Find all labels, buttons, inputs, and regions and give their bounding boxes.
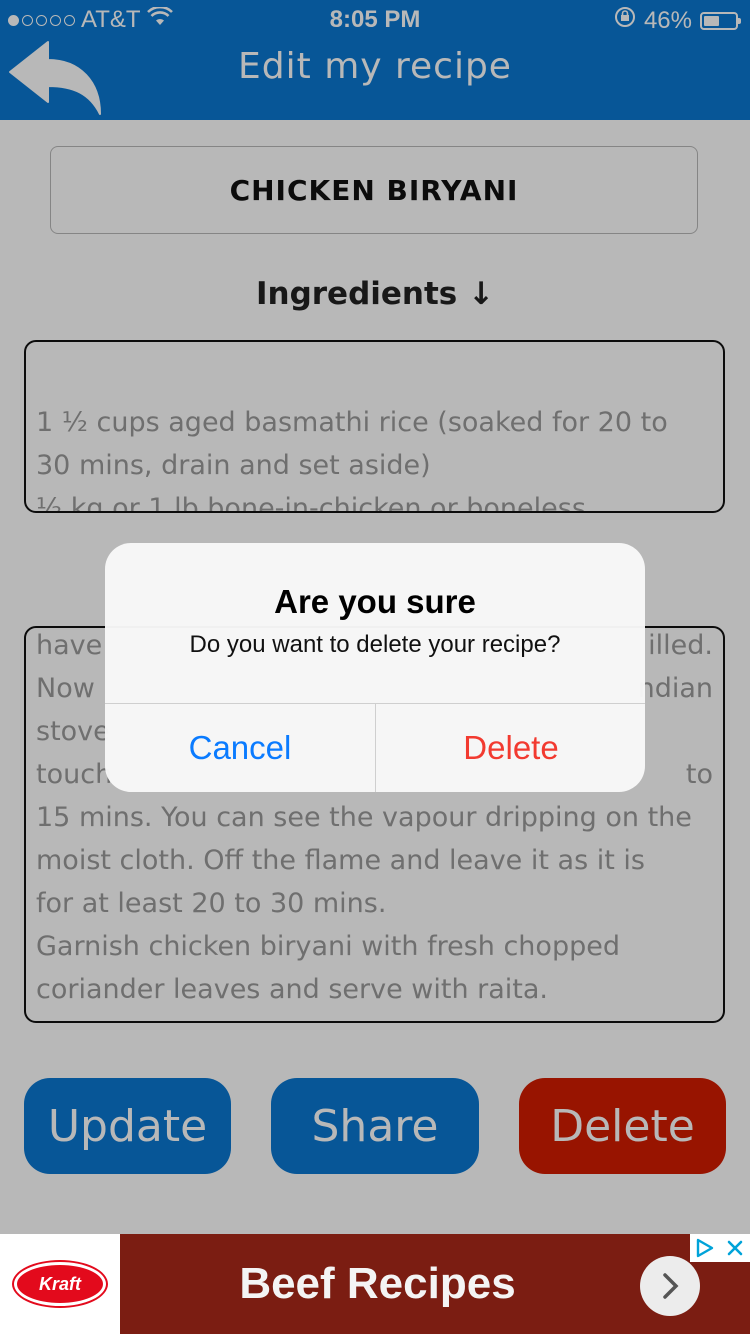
dialog-title: Are you sure <box>274 583 476 620</box>
dialog-delete-button[interactable]: Delete <box>376 704 645 792</box>
close-icon[interactable] <box>720 1234 750 1262</box>
ad-logo: Kraft <box>0 1234 120 1334</box>
kraft-logo: Kraft <box>12 1260 108 1308</box>
ad-banner[interactable]: Kraft Beef Recipes <box>0 1234 750 1334</box>
ad-headline: Beef Recipes <box>239 1259 516 1308</box>
adchoices-icon[interactable] <box>690 1234 720 1262</box>
delete-confirm-dialog: Are you sure Do you want to delete your … <box>105 543 645 792</box>
dialog-message: Do you want to delete your recipe? <box>189 631 561 658</box>
chevron-right-icon[interactable] <box>640 1256 700 1316</box>
dialog-cancel-button[interactable]: Cancel <box>105 704 375 792</box>
